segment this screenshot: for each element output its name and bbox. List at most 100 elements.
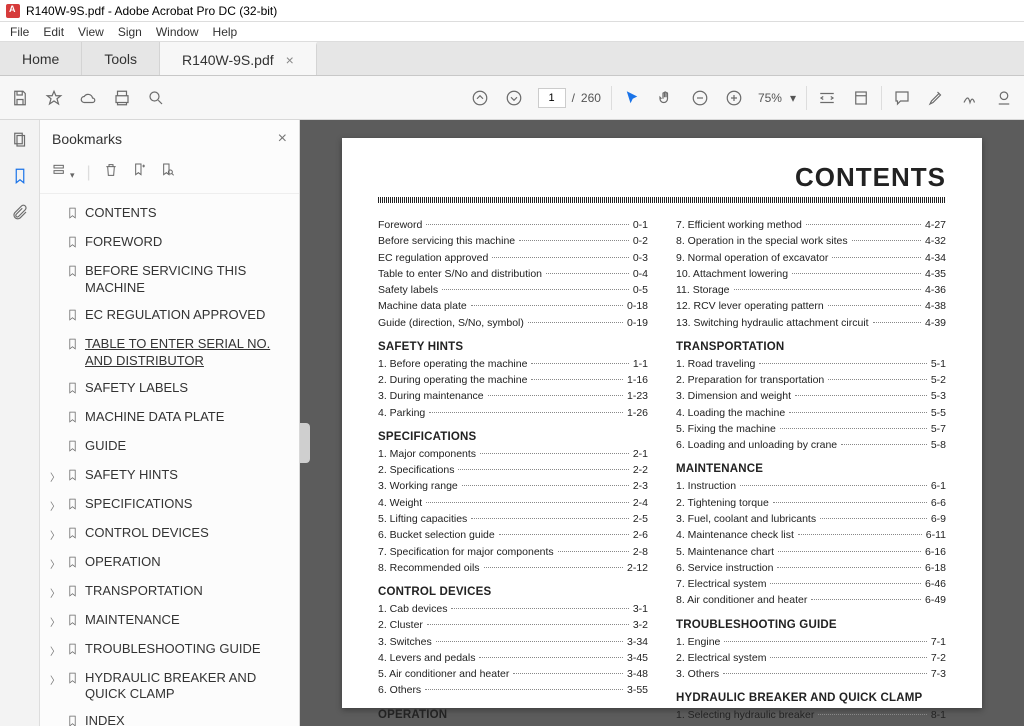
bookmark-label: SAFETY HINTS xyxy=(85,467,289,484)
bookmark-icon xyxy=(66,234,79,253)
print-icon[interactable] xyxy=(112,88,132,108)
attachment-icon[interactable] xyxy=(10,202,30,222)
bookmark-item[interactable]: 〉FOREWORD xyxy=(46,229,293,258)
bookmark-item[interactable]: 〉MAINTENANCE xyxy=(46,607,293,636)
bookmark-icon xyxy=(66,438,79,457)
close-icon[interactable]: × xyxy=(286,52,294,68)
bookmark-item[interactable]: 〉TABLE TO ENTER SERIAL NO. AND DISTRIBUT… xyxy=(46,331,293,375)
bookmark-item[interactable]: 〉INDEX xyxy=(46,708,293,726)
toc-row: 5. Air conditioner and heater3-48 xyxy=(378,666,648,682)
bookmark-item[interactable]: 〉CONTENTS xyxy=(46,200,293,229)
new-bookmark-icon[interactable] xyxy=(131,162,147,183)
bookmark-icon xyxy=(66,713,79,726)
toc-row: 2. Preparation for transportation5-2 xyxy=(676,372,946,388)
bookmark-icon xyxy=(66,336,79,355)
bookmark-label: SAFETY LABELS xyxy=(85,380,289,397)
window-title: R140W-9S.pdf - Adobe Acrobat Pro DC (32-… xyxy=(26,4,277,18)
bookmark-list[interactable]: 〉CONTENTS〉FOREWORD〉BEFORE SERVICING THIS… xyxy=(40,194,299,726)
hand-icon[interactable] xyxy=(656,88,676,108)
cloud-icon[interactable] xyxy=(78,88,98,108)
menu-help[interactable]: Help xyxy=(213,25,238,39)
menu-sign[interactable]: Sign xyxy=(118,25,142,39)
tab-tools[interactable]: Tools xyxy=(82,42,160,75)
stamp-icon[interactable] xyxy=(994,88,1014,108)
toc-row: Machine data plate0-18 xyxy=(378,298,648,314)
panel-collapse-handle[interactable] xyxy=(300,423,310,463)
bookmark-item[interactable]: 〉GUIDE xyxy=(46,433,293,462)
fit-width-icon[interactable] xyxy=(817,88,837,108)
bookmark-item[interactable]: 〉BEFORE SERVICING THIS MACHINE xyxy=(46,258,293,302)
bookmark-item[interactable]: 〉TROUBLESHOOTING GUIDE xyxy=(46,636,293,665)
tab-home[interactable]: Home xyxy=(0,42,82,75)
page-input[interactable] xyxy=(538,88,566,108)
options-icon[interactable]: ▾ xyxy=(52,162,75,183)
bookmark-label: TROUBLESHOOTING GUIDE xyxy=(85,641,289,658)
toc-row: 8. Operation in the special work sites4-… xyxy=(676,233,946,249)
bookmark-item[interactable]: 〉SAFETY HINTS xyxy=(46,462,293,491)
bookmark-label: BEFORE SERVICING THIS MACHINE xyxy=(85,263,289,297)
bookmark-item[interactable]: 〉SPECIFICATIONS xyxy=(46,491,293,520)
menu-view[interactable]: View xyxy=(78,25,104,39)
bookmark-item[interactable]: 〉TRANSPORTATION xyxy=(46,578,293,607)
tab-document[interactable]: R140W-9S.pdf × xyxy=(160,42,317,75)
toc-row: 7. Specification for major components2-8 xyxy=(378,544,648,560)
page-up-icon[interactable] xyxy=(470,88,490,108)
pdf-page: CONTENTS Foreword0-1Before servicing thi… xyxy=(342,138,982,708)
bookmark-icon xyxy=(66,583,79,602)
panel-title: Bookmarks xyxy=(52,131,122,147)
bookmark-label: TABLE TO ENTER SERIAL NO. AND DISTRIBUTO… xyxy=(85,336,289,370)
section-heading: SPECIFICATIONS xyxy=(378,431,648,443)
panel-tools: ▾ | xyxy=(40,158,299,194)
bookmark-label: CONTROL DEVICES xyxy=(85,525,289,542)
star-icon[interactable] xyxy=(44,88,64,108)
bookmark-rail-icon[interactable] xyxy=(10,166,30,186)
window-titlebar: R140W-9S.pdf - Adobe Acrobat Pro DC (32-… xyxy=(0,0,1024,22)
zoom-level[interactable]: 75%▾ xyxy=(758,91,796,105)
toc-row: 4. Maintenance check list6-11 xyxy=(676,527,946,543)
bookmark-icon xyxy=(66,612,79,631)
find-bookmark-icon[interactable] xyxy=(159,162,175,183)
toc-row: 1. Selecting hydraulic breaker8-1 xyxy=(676,707,946,723)
bookmark-item[interactable]: 〉SAFETY LABELS xyxy=(46,375,293,404)
zoom-out-icon[interactable] xyxy=(690,88,710,108)
menu-edit[interactable]: Edit xyxy=(43,25,64,39)
page-heading: CONTENTS xyxy=(378,162,946,193)
comment-icon[interactable] xyxy=(892,88,912,108)
toc-row: 10. Attachment lowering4-35 xyxy=(676,266,946,282)
bookmark-icon xyxy=(66,525,79,544)
toc-row: Foreword0-1 xyxy=(378,217,648,233)
highlight-icon[interactable] xyxy=(926,88,946,108)
panel-close-icon[interactable]: × xyxy=(278,130,287,148)
toc-row: 6. Bucket selection guide2-6 xyxy=(378,527,648,543)
menu-file[interactable]: File xyxy=(10,25,29,39)
bookmark-item[interactable]: 〉HYDRAULIC BREAKER AND QUICK CLAMP xyxy=(46,665,293,709)
page-down-icon[interactable] xyxy=(504,88,524,108)
bookmark-item[interactable]: 〉OPERATION xyxy=(46,549,293,578)
side-rail xyxy=(0,120,40,726)
bookmark-item[interactable]: 〉EC REGULATION APPROVED xyxy=(46,302,293,331)
sign-icon[interactable] xyxy=(960,88,980,108)
toc-row: 2. Specifications2-2 xyxy=(378,462,648,478)
section-heading: HYDRAULIC BREAKER AND QUICK CLAMP xyxy=(676,692,946,704)
toc-row: Safety labels0-5 xyxy=(378,282,648,298)
save-icon[interactable] xyxy=(10,88,30,108)
bookmark-label: OPERATION xyxy=(85,554,289,571)
toc-row: 5. Maintenance chart6-16 xyxy=(676,544,946,560)
bookmark-label: INDEX xyxy=(85,713,289,726)
bookmark-item[interactable]: 〉CONTROL DEVICES xyxy=(46,520,293,549)
arrow-cursor-icon[interactable] xyxy=(622,88,642,108)
menu-window[interactable]: Window xyxy=(156,25,199,39)
zoom-in-icon[interactable] xyxy=(724,88,744,108)
zoom-tool-icon[interactable] xyxy=(146,88,166,108)
document-viewer[interactable]: CONTENTS Foreword0-1Before servicing thi… xyxy=(300,120,1024,726)
bookmark-icon xyxy=(66,263,79,282)
toc-row: EC regulation approved0-3 xyxy=(378,250,648,266)
bookmark-icon xyxy=(66,670,79,689)
trash-icon[interactable] xyxy=(103,162,119,183)
bookmark-label: SPECIFICATIONS xyxy=(85,496,289,513)
bookmark-item[interactable]: 〉MACHINE DATA PLATE xyxy=(46,404,293,433)
rule-graphic xyxy=(378,197,946,203)
toc-row: Before servicing this machine0-2 xyxy=(378,233,648,249)
thumbnails-icon[interactable] xyxy=(10,130,30,150)
fit-page-icon[interactable] xyxy=(851,88,871,108)
